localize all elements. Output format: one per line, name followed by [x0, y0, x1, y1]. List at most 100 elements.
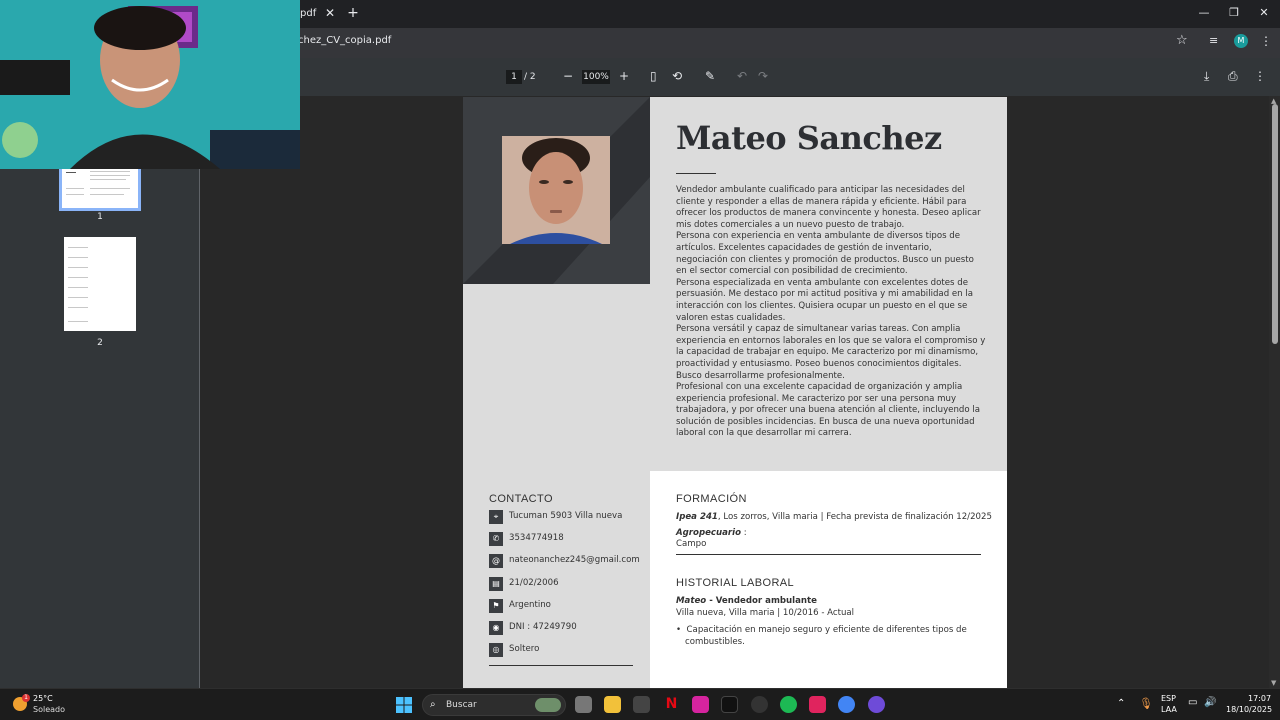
windows-start-icon[interactable]	[396, 697, 412, 713]
tab-close-icon[interactable]: ✕	[322, 5, 338, 21]
tiktok-studio-icon[interactable]	[809, 696, 826, 713]
cv-name: Mateo Sanchez	[676, 119, 942, 157]
file-explorer-icon[interactable]	[604, 696, 621, 713]
weather-condition: Soleado	[33, 705, 65, 714]
instagram-icon[interactable]	[692, 696, 709, 713]
contact-item: ✆ 3534774918	[489, 532, 649, 548]
chrome-icon[interactable]	[838, 696, 855, 713]
search-highlight-icon	[535, 698, 561, 712]
job-location: Villa nueva, Villa maria | 10/2016 - Act…	[676, 608, 855, 618]
scroll-down-icon[interactable]: ▼	[1271, 679, 1276, 687]
contact-text: nateonanchez245@gmail.com	[509, 555, 640, 566]
contact-text: Tucuman 5903 Villa nueva	[509, 511, 623, 521]
store-icon[interactable]	[633, 696, 650, 713]
scroll-up-icon[interactable]: ▲	[1271, 97, 1276, 105]
thumbnail-label: 1	[97, 212, 103, 222]
zoom-out-icon[interactable]: −	[563, 68, 573, 84]
field-value: Campo	[676, 539, 707, 549]
clock-date[interactable]: 18/10/2025	[1226, 705, 1272, 714]
summary-paragraph: Vendedor ambulante cualificado para anti…	[676, 185, 981, 230]
summary-paragraph: Persona versátil y capaz de simultanear …	[676, 324, 986, 381]
scrollbar-thumb[interactable]	[1272, 104, 1278, 344]
page-thumbnail-2[interactable]	[64, 237, 136, 331]
annotate-icon[interactable]: ✎	[705, 68, 715, 84]
field-suffix: :	[741, 528, 747, 538]
tiktok-icon[interactable]	[721, 696, 738, 713]
contact-title: CONTACTO	[489, 493, 553, 505]
zoom-in-icon[interactable]: +	[619, 68, 629, 84]
temperature: 25°C	[33, 694, 53, 703]
contact-text: Soltero	[509, 644, 540, 655]
rings-icon: ◎	[489, 643, 503, 658]
new-tab-button[interactable]: +	[345, 5, 361, 21]
contact-text: 21/02/2006	[509, 577, 559, 588]
messenger-icon[interactable]	[868, 696, 885, 713]
screen: pdf ✕ + — ❐ ✕ chez_CV_copia.pdf ☆ ≡ M ⋮ …	[0, 0, 1280, 720]
netflix-icon[interactable]: N	[663, 696, 680, 713]
summary-paragraph: Persona especializada en venta ambulante…	[676, 277, 973, 323]
profile-photo	[502, 136, 610, 244]
school-detail: , Los zorros, Villa maria | Fecha previs…	[717, 512, 992, 522]
language-indicator[interactable]: ESP	[1161, 694, 1176, 703]
redo-icon[interactable]: ↷	[758, 68, 768, 84]
search-placeholder: Buscar	[446, 700, 477, 710]
summary-paragraph: Profesional con una excelente capacidad …	[676, 382, 980, 439]
taskbar-search[interactable]: ⌕ Buscar	[422, 694, 566, 716]
keyboard-layout: LAA	[1161, 705, 1177, 714]
network-icon[interactable]: ▭	[1188, 697, 1197, 708]
school-name: Ipea 241	[676, 512, 718, 522]
microphone-icon[interactable]: 🎙	[1139, 697, 1153, 710]
download-icon[interactable]: ⤓	[1204, 68, 1209, 84]
contact-item: ◉ DNI : 47249790	[489, 621, 649, 637]
job-bullet-text: Capacitación en manejo seguro y eficient…	[686, 625, 967, 635]
job-bullet-continued: combustibles.	[685, 637, 745, 647]
print-icon[interactable]: ⎙	[1228, 68, 1238, 84]
restore-icon[interactable]: ❐	[1220, 4, 1248, 22]
email-icon: @	[489, 554, 503, 569]
page-total: / 2	[524, 72, 536, 82]
phone-icon: ✆	[489, 532, 503, 547]
undo-icon[interactable]: ↶	[737, 68, 747, 84]
job-bullet: • Capacitación en manejo seguro y eficie…	[676, 625, 967, 635]
browser-menu-icon[interactable]: ⋮	[1260, 34, 1272, 48]
contact-item: ◎ Soltero	[489, 643, 649, 659]
bookmark-star-icon[interactable]: ☆	[1176, 33, 1188, 48]
weather-badge: 1	[22, 694, 30, 702]
search-icon: ⌕	[430, 699, 436, 710]
fit-page-icon[interactable]: ▯	[650, 68, 657, 84]
reading-list-icon[interactable]: ≡	[1209, 34, 1218, 47]
cv-page: Mateo Sanchez Vendedor ambulante cualifi…	[463, 97, 1007, 697]
id-icon: ◉	[489, 621, 503, 635]
rotate-icon[interactable]: ⟲	[672, 68, 682, 84]
app-icon[interactable]	[751, 696, 768, 713]
webcam-background	[0, 0, 300, 169]
more-options-icon[interactable]: ⋮	[1254, 68, 1266, 84]
contact-item: ⌖ Tucuman 5903 Villa nueva	[489, 510, 649, 526]
historial-title: HISTORIAL LABORAL	[676, 577, 795, 589]
tray-chevron-icon[interactable]: ⌃	[1117, 698, 1125, 709]
summary-paragraph: Persona con experiencia en venta ambulan…	[676, 231, 974, 277]
location-pin-icon: ⌖	[489, 510, 503, 524]
field-line: Agropecuario :	[676, 528, 747, 538]
contact-item: ⚑ Argentino	[489, 598, 649, 615]
thumbnail-label: 2	[97, 338, 103, 348]
field-name: Agropecuario	[676, 528, 742, 538]
cv-summary: Vendedor ambulante cualificado para anti…	[676, 185, 986, 440]
zoom-level[interactable]: 100%	[582, 70, 610, 84]
task-view-icon[interactable]	[575, 696, 592, 713]
volume-icon[interactable]: 🔊	[1204, 697, 1216, 708]
contact-text: Argentino	[509, 599, 551, 610]
contact-text: 3534774918	[509, 533, 564, 544]
url-field[interactable]: chez_CV_copia.pdf	[298, 35, 391, 46]
profile-avatar[interactable]: M	[1234, 34, 1248, 48]
taskbar: 1 25°C Soleado ⌕ Buscar N ⌃ 🎙 ESP LAA ▭ …	[0, 688, 1280, 720]
webcam-overlay	[0, 0, 300, 169]
window-close-icon[interactable]: ✕	[1250, 4, 1278, 22]
page-number-input[interactable]: 1	[506, 70, 522, 84]
formacion-title: FORMACIÓN	[676, 493, 747, 505]
name-divider	[676, 173, 716, 174]
clock-time[interactable]: 17:07	[1248, 694, 1271, 703]
minimize-icon[interactable]: —	[1190, 4, 1218, 22]
page-thumbnail-1[interactable]	[59, 165, 141, 211]
spotify-icon[interactable]	[780, 696, 797, 713]
